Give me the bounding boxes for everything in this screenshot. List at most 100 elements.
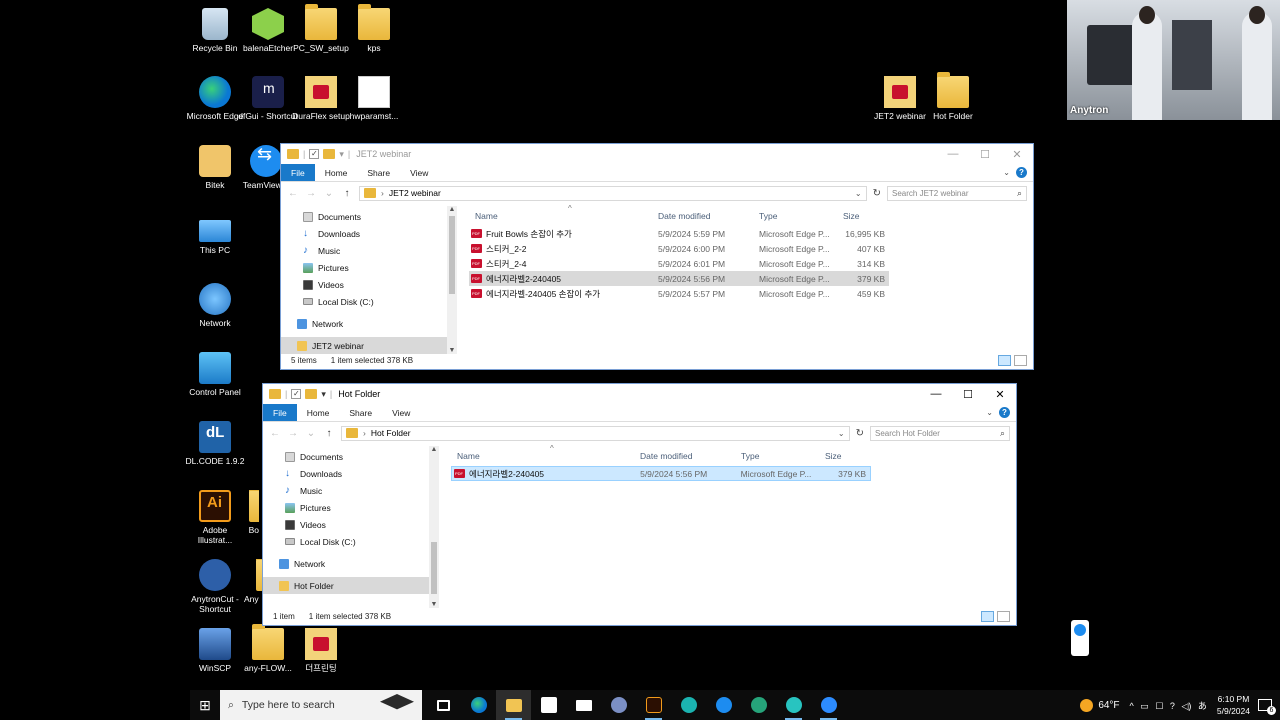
taskbar-mail[interactable]	[566, 690, 601, 720]
help-icon[interactable]: ?	[999, 407, 1010, 418]
column-date-modified[interactable]: Date modified	[652, 211, 753, 221]
file-row[interactable]: 에너지라벨2-240405 5/9/2024 5:56 PM Microsoft E…	[469, 271, 889, 286]
explorer-window-jet2[interactable]: | ✓ ▾ | JET2 webinar — ☐ ✕ File Home Sha…	[280, 143, 1034, 370]
nav-item-local-disk[interactable]: Local Disk (C:)	[263, 533, 439, 550]
desktop-icon-bo[interactable]: Bo	[229, 490, 259, 535]
minimize-button[interactable]: —	[937, 148, 969, 161]
up-arrow-icon[interactable]: ↑	[341, 188, 353, 199]
nav-item-local-disk[interactable]: Local Disk (C:)	[281, 293, 457, 310]
nav-item-hot-folder[interactable]: Hot Folder	[263, 577, 439, 594]
chevron-down-icon[interactable]: ⌄	[986, 408, 993, 417]
column-size[interactable]: Size	[837, 211, 889, 221]
forward-arrow-icon[interactable]: →	[287, 428, 299, 439]
desktop-icon-edge[interactable]: Microsoft Edge	[185, 76, 245, 121]
desktop-icon-control-panel[interactable]: Control Panel	[185, 352, 245, 397]
desktop-icon-any-flow[interactable]: any-FLOW...	[238, 624, 298, 673]
taskbar-zoom[interactable]	[811, 690, 846, 720]
new-folder-icon[interactable]	[305, 389, 318, 399]
tab-file[interactable]: File	[263, 404, 297, 421]
file-row[interactable]: Fruit Bowls 손잡이 추가 5/9/2024 5:59 PM Micros…	[469, 226, 889, 241]
recent-dropdown-icon[interactable]: ⌄	[305, 428, 317, 439]
details-view-button[interactable]	[981, 610, 994, 622]
desktop-icon-anytroncut[interactable]: AnytronCut - Shortcut	[185, 559, 245, 614]
file-row[interactable]: 에너지라벨2-240405 5/9/2024 5:56 PM Microsoft E…	[451, 466, 871, 481]
weather-widget[interactable]: 64°F	[1080, 698, 1120, 712]
column-type[interactable]: Type	[735, 451, 819, 461]
tab-home[interactable]: Home	[297, 404, 340, 421]
taskbar-edge[interactable]	[461, 690, 496, 720]
desktop-icon-dlcode[interactable]: DL.CODE 1.9.2	[185, 421, 245, 466]
desktop-icon-dfgui[interactable]: dfGui - Shortcut	[238, 76, 298, 121]
tray-chevron-icon[interactable]: ^	[1130, 701, 1134, 711]
title-bar[interactable]: | ✓ ▾ | JET2 webinar — ☐ ✕	[281, 144, 1033, 164]
qat-dropdown-icon[interactable]: ▾	[321, 389, 326, 400]
nav-item-downloads[interactable]: ↓ Downloads	[263, 465, 439, 482]
column-size[interactable]: Size	[819, 451, 871, 461]
column-name[interactable]: Name	[469, 211, 652, 221]
column-date-modified[interactable]: Date modified	[634, 451, 735, 461]
desktop-icon-theprinting[interactable]: 더프린팅	[291, 628, 351, 673]
nav-item-videos[interactable]: Videos	[281, 276, 457, 293]
scroll-thumb[interactable]	[449, 216, 455, 294]
tab-share[interactable]: Share	[339, 404, 382, 421]
taskbar-anytron[interactable]	[601, 690, 636, 720]
title-bar[interactable]: | ✓ ▾ | Hot Folder — ☐ ✕	[263, 384, 1016, 404]
breadcrumb-current[interactable]: JET2 webinar	[389, 188, 441, 198]
back-arrow-icon[interactable]: ←	[269, 428, 281, 439]
properties-icon[interactable]: ✓	[309, 149, 320, 159]
taskbar-app-teal[interactable]	[671, 690, 706, 720]
tab-view[interactable]: View	[400, 164, 438, 181]
properties-icon[interactable]: ✓	[291, 389, 302, 399]
desktop-icon-hot-folder[interactable]: Hot Folder	[923, 72, 983, 121]
close-button[interactable]: ✕	[1001, 148, 1033, 161]
nav-item-documents[interactable]: Documents	[281, 208, 457, 225]
close-button[interactable]: ✕	[984, 388, 1016, 401]
notifications-icon[interactable]	[1258, 699, 1276, 715]
start-button[interactable]: ⊞	[190, 697, 220, 714]
new-folder-icon[interactable]	[323, 149, 336, 159]
tab-share[interactable]: Share	[357, 164, 400, 181]
back-arrow-icon[interactable]: ←	[287, 188, 299, 199]
large-icons-view-button[interactable]	[1014, 354, 1027, 366]
desktop-icon-jet2-webinar[interactable]: JET2 webinar	[870, 76, 930, 121]
desktop-icon-winscp[interactable]: WinSCP	[185, 628, 245, 673]
nav-item-pictures[interactable]: Pictures	[281, 259, 457, 276]
search-input[interactable]: Search Hot Folder ⌕	[870, 425, 1010, 441]
column-type[interactable]: Type	[753, 211, 837, 221]
qat-dropdown-icon[interactable]: ▾	[339, 149, 344, 160]
file-row[interactable]: 에너지라벨-240405 손잡이 추가 5/9/2024 5:57 PM Micro…	[469, 286, 889, 301]
desktop-icon-any[interactable]: Any	[238, 559, 262, 604]
desktop-icon-hwparams[interactable]: hwparamst...	[344, 76, 404, 121]
tab-file[interactable]: File	[281, 164, 315, 181]
nav-item-videos[interactable]: Videos	[263, 516, 439, 533]
nav-item-pictures[interactable]: Pictures	[263, 499, 439, 516]
address-bar[interactable]: › JET2 webinar ⌄	[359, 185, 867, 201]
maximize-button[interactable]: ☐	[969, 148, 1001, 161]
taskbar-file-explorer[interactable]	[496, 690, 531, 720]
scroll-up-icon[interactable]: ▲	[429, 446, 439, 453]
nav-item-network[interactable]: Network	[263, 555, 439, 572]
address-bar[interactable]: › Hot Folder ⌄	[341, 425, 850, 441]
taskbar-app-green[interactable]	[741, 690, 776, 720]
nav-scrollbar[interactable]: ▲ ▼	[429, 446, 439, 608]
scroll-thumb[interactable]	[431, 542, 437, 594]
desktop-icon-recycle-bin[interactable]: Recycle Bin	[185, 8, 245, 53]
task-view-button[interactable]	[426, 690, 461, 720]
desktop-icon-pc-sw-setup[interactable]: PC_SW_setup	[291, 4, 351, 53]
nav-item-music[interactable]: ♪ Music	[263, 482, 439, 499]
search-input[interactable]: Search JET2 webinar ⌕	[887, 185, 1027, 201]
desktop-icon-duraflex[interactable]: DuraFlex setup	[291, 76, 351, 121]
taskbar-store[interactable]	[531, 690, 566, 720]
tab-home[interactable]: Home	[315, 164, 358, 181]
scroll-up-icon[interactable]: ▲	[447, 206, 457, 213]
recent-dropdown-icon[interactable]: ⌄	[323, 188, 335, 199]
teamviewer-float-icon[interactable]	[1071, 620, 1089, 656]
minimize-button[interactable]: —	[920, 388, 952, 401]
nav-scrollbar[interactable]: ▲ ▼	[447, 206, 457, 354]
taskbar-illustrator[interactable]	[636, 690, 671, 720]
desktop-icon-this-pc[interactable]: This PC	[185, 214, 245, 255]
chevron-down-icon[interactable]: ⌄	[1003, 168, 1010, 177]
refresh-icon[interactable]: ↻	[856, 428, 864, 439]
large-icons-view-button[interactable]	[997, 610, 1010, 622]
nav-item-music[interactable]: ♪ Music	[281, 242, 457, 259]
